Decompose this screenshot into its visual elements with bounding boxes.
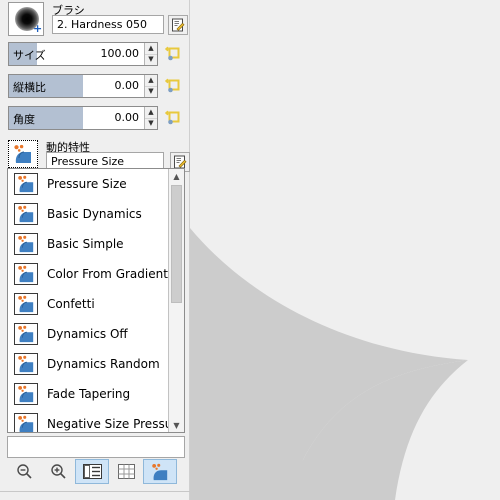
dynamics-filter-input[interactable] xyxy=(7,436,185,458)
dynamics-icon xyxy=(18,265,34,283)
list-item[interactable]: Basic Simple xyxy=(8,229,168,259)
list-item[interactable]: Pressure Size xyxy=(8,169,168,199)
zoom-in-icon xyxy=(50,464,66,479)
dynamics-icon xyxy=(18,205,34,223)
size-reset-button[interactable] xyxy=(163,44,183,64)
spin-up-icon[interactable]: ▲ xyxy=(145,43,157,54)
size-slider-value[interactable]: 100.00 xyxy=(101,47,140,60)
dynamics-thumbnail xyxy=(14,323,38,345)
brush-selector-row: + ブラシ 2. Hardness 050 xyxy=(8,2,188,38)
list-item-label: Basic Dynamics xyxy=(47,207,142,221)
brush-edit-button[interactable] xyxy=(168,15,188,35)
dynamics-icon xyxy=(18,175,34,193)
dynamics-thumbnail xyxy=(14,263,38,285)
spin-down-icon[interactable]: ▼ xyxy=(145,117,157,130)
dynamics-icon xyxy=(18,325,34,343)
zoom-out-button[interactable] xyxy=(7,459,41,484)
dynamics-thumbnail xyxy=(14,383,38,405)
plus-badge-icon: + xyxy=(33,22,43,35)
dynamics-icon xyxy=(14,144,31,163)
list-view-icon xyxy=(82,464,102,479)
reset-arrow-icon xyxy=(165,78,180,93)
list-item[interactable]: Confetti xyxy=(8,289,168,319)
dynamics-thumbnail xyxy=(14,293,38,315)
aspect-ratio-slider[interactable]: 縦横比 0.00 ▲ ▼ xyxy=(8,74,158,98)
spin-down-icon[interactable]: ▼ xyxy=(145,53,157,66)
dynamics-thumbnail xyxy=(14,203,38,225)
dynamics-thumbnail xyxy=(14,413,38,432)
chevron-up-icon[interactable]: ▲ xyxy=(169,169,184,183)
brush-options-dock: + ブラシ 2. Hardness 050 サイズ 100.00 ▲ ▼ 縦横比… xyxy=(0,0,190,500)
gimp-brush-dynamics-window: + ブラシ 2. Hardness 050 サイズ 100.00 ▲ ▼ 縦横比… xyxy=(0,0,500,500)
dynamics-icon xyxy=(18,415,34,432)
list-item[interactable]: Dynamics Off xyxy=(8,319,168,349)
list-item[interactable]: Fade Tapering xyxy=(8,379,168,409)
canvas-area[interactable] xyxy=(190,0,500,500)
chevron-down-icon[interactable]: ▼ xyxy=(169,418,184,432)
dynamics-thumbnail xyxy=(14,233,38,255)
dynamics-list[interactable]: Pressure Size Basic Dynamics Basic Simple C… xyxy=(7,168,185,433)
dynamics-icon xyxy=(18,385,34,403)
reset-arrow-icon xyxy=(165,46,180,61)
spin-up-icon[interactable]: ▲ xyxy=(145,107,157,118)
dynamics-thumbnail xyxy=(14,353,38,375)
brush-preview-thumbnail[interactable]: + xyxy=(8,2,44,36)
dynamics-list-items: Pressure Size Basic Dynamics Basic Simple C… xyxy=(8,169,168,432)
list-item-label: Pressure Size xyxy=(47,177,127,191)
list-item-label: Negative Size Pressure xyxy=(47,417,168,431)
spin-up-icon[interactable]: ▲ xyxy=(145,75,157,86)
list-item[interactable]: Negative Size Pressure xyxy=(8,409,168,432)
zoom-out-icon xyxy=(16,464,32,479)
list-item-label: Confetti xyxy=(47,297,95,311)
angle-slider-value[interactable]: 0.00 xyxy=(115,111,140,124)
size-slider-label: サイズ xyxy=(13,49,46,62)
aspect-ratio-spinner[interactable]: ▲ ▼ xyxy=(144,75,157,97)
list-item-label: Basic Simple xyxy=(47,237,124,251)
size-spinner[interactable]: ▲ ▼ xyxy=(144,43,157,65)
size-slider[interactable]: サイズ 100.00 ▲ ▼ xyxy=(8,42,158,66)
dynamics-view-button[interactable] xyxy=(143,459,177,484)
dynamics-preview-thumbnail[interactable] xyxy=(8,140,38,168)
scrollbar-thumb[interactable] xyxy=(171,185,182,303)
dynamics-toolbar xyxy=(7,458,185,485)
list-item-label: Dynamics Random xyxy=(47,357,160,371)
dynamics-icon xyxy=(18,235,34,253)
list-item-label: Fade Tapering xyxy=(47,387,131,401)
list-item[interactable]: Basic Dynamics xyxy=(8,199,168,229)
edit-pencil-icon xyxy=(172,18,185,32)
grid-view-icon xyxy=(117,464,135,479)
dynamics-icon xyxy=(152,463,168,480)
zoom-in-button[interactable] xyxy=(41,459,75,484)
edit-pencil-icon xyxy=(174,155,187,169)
dynamics-thumbnail xyxy=(14,173,38,195)
list-item-label: Color From Gradient xyxy=(47,267,168,281)
list-item-label: Dynamics Off xyxy=(47,327,128,341)
angle-slider[interactable]: 角度 0.00 ▲ ▼ xyxy=(8,106,158,130)
angle-reset-button[interactable] xyxy=(163,108,183,128)
list-item[interactable]: Color From Gradient xyxy=(8,259,168,289)
angle-slider-label: 角度 xyxy=(13,113,35,126)
list-view-button[interactable] xyxy=(75,459,109,484)
reset-arrow-icon xyxy=(165,110,180,125)
dock-bottom-divider xyxy=(0,491,190,492)
grid-view-button[interactable] xyxy=(109,459,143,484)
spin-down-icon[interactable]: ▼ xyxy=(145,85,157,98)
canvas-watermark-shape xyxy=(190,228,468,500)
aspect-ratio-reset-button[interactable] xyxy=(163,76,183,96)
list-item[interactable]: Dynamics Random xyxy=(8,349,168,379)
aspect-ratio-slider-label: 縦横比 xyxy=(13,81,46,94)
brush-name-field[interactable]: 2. Hardness 050 xyxy=(52,15,164,34)
dynamics-icon xyxy=(18,355,34,373)
aspect-ratio-slider-value[interactable]: 0.00 xyxy=(115,79,140,92)
dynamics-list-scrollbar[interactable]: ▲ ▼ xyxy=(168,169,184,432)
dynamics-icon xyxy=(18,295,34,313)
angle-spinner[interactable]: ▲ ▼ xyxy=(144,107,157,129)
